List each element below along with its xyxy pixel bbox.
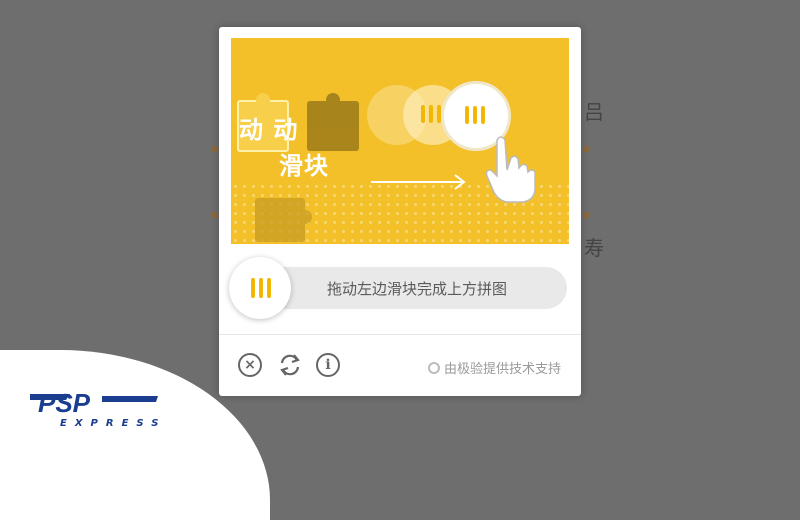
background-mark bbox=[212, 212, 218, 218]
svg-text:PSP: PSP bbox=[38, 388, 91, 416]
psp-subtitle: EXPRESS bbox=[60, 418, 167, 429]
brand-text: 由极验提供技术支持 bbox=[443, 362, 561, 377]
puzzle-slot bbox=[307, 93, 359, 151]
animation-text-line1: 动 动 bbox=[239, 116, 299, 144]
slider-track[interactable]: 拖动左边滑块完成上方拼图 bbox=[229, 257, 567, 319]
background-mark bbox=[212, 146, 218, 152]
background-mark bbox=[583, 146, 589, 152]
brand-credit[interactable]: 由极验提供技术支持 bbox=[427, 358, 561, 377]
geetest-icon bbox=[427, 361, 440, 374]
close-icon[interactable]: × bbox=[238, 353, 262, 377]
info-icon[interactable]: i bbox=[316, 353, 340, 377]
puzzle-image: 动 动 滑块 bbox=[231, 38, 569, 244]
hand-pointer-icon bbox=[485, 136, 536, 203]
psp-logo: PSP bbox=[30, 388, 158, 416]
background-text: 吕 bbox=[584, 100, 604, 124]
footer-divider bbox=[219, 334, 581, 335]
arrow-icon bbox=[371, 174, 466, 190]
puzzle-piece-ghost bbox=[255, 198, 312, 242]
slider-handle[interactable] bbox=[229, 257, 291, 319]
captcha-panel: 动 动 滑块 拖动左边滑块完成上方拼图 × i 由极验提供技术支持 bbox=[219, 27, 581, 396]
slider-hint: 拖动左边滑块完成上方拼图 bbox=[327, 280, 508, 298]
animation-text-line2: 滑块 bbox=[279, 152, 329, 180]
background-text: 寿 bbox=[584, 236, 604, 260]
background-mark bbox=[583, 212, 589, 218]
refresh-icon[interactable] bbox=[276, 351, 304, 379]
